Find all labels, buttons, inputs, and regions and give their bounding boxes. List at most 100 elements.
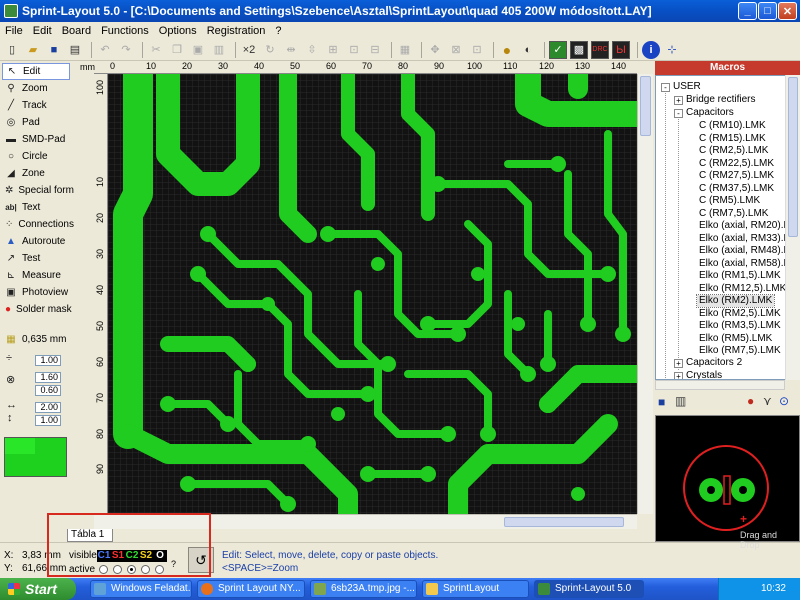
undo-icon[interactable]: ↶ <box>96 41 114 59</box>
tool-smd-pad[interactable]: ▬ SMD-Pad <box>2 131 70 148</box>
delete-icon[interactable]: ▥ <box>210 41 228 59</box>
transparency-icon[interactable]: ◐ <box>519 41 537 59</box>
macros-horizontal-scrollbar[interactable] <box>655 380 785 390</box>
bom-icon[interactable]: Ы <box>612 40 630 59</box>
redo-icon[interactable]: ↷ <box>117 41 135 59</box>
macros-vertical-scrollbar[interactable] <box>785 75 800 380</box>
start-button[interactable]: Start <box>0 578 76 600</box>
layer-color-swatch[interactable] <box>4 437 67 477</box>
minimize-button[interactable]: _ <box>738 2 757 20</box>
tool-test[interactable]: ↗ Test <box>2 250 70 267</box>
tree-item-capacitors[interactable]: Capacitors <box>686 107 734 119</box>
info-icon[interactable]: i <box>642 40 660 59</box>
tool-special-form[interactable]: ✲ Special form <box>2 182 74 199</box>
tree-item-crystals[interactable]: Crystals <box>686 370 722 379</box>
tree-item-file[interactable]: Elko (RM12,5).LMK <box>699 283 786 295</box>
copy-icon[interactable]: ❐ <box>168 41 186 59</box>
track-width-field[interactable]: 1.00 <box>35 355 61 366</box>
tree-item-file[interactable]: C (RM37,5).LMK <box>699 183 774 195</box>
tree-toggle[interactable]: - <box>674 109 683 118</box>
tree-toggle[interactable]: + <box>674 96 683 105</box>
macro-preview[interactable]: + Drag and Drop <box>655 415 800 550</box>
taskbar-item[interactable]: Windows Feladat... <box>90 580 192 598</box>
tool-connections[interactable]: ⁘ Connections <box>2 216 74 233</box>
pcb-canvas[interactable] <box>108 74 637 514</box>
tree-toggle[interactable]: - <box>661 83 670 92</box>
tree-item-file[interactable]: Elko (RM3,5).LMK <box>699 320 781 332</box>
menu-board[interactable]: Board <box>57 25 96 37</box>
maximize-button[interactable]: □ <box>758 2 777 20</box>
zoom-icon[interactable]: ● <box>498 41 516 59</box>
mirror-macro-icon[interactable]: ⋎ <box>763 394 772 408</box>
tree-item-file[interactable]: C (RM27,5).LMK <box>699 170 774 182</box>
grid-selector[interactable]: ▦ 0,635 mm <box>2 331 70 348</box>
tool-solder-mask[interactable]: ● Solder mask <box>2 301 72 318</box>
snap-icon[interactable]: ✥ <box>426 41 444 59</box>
mirror-horizontal-icon[interactable]: ⇹ <box>282 41 300 59</box>
mirror-vertical-icon[interactable]: ⇳ <box>303 41 321 59</box>
tree-item-file[interactable]: C (RM10).LMK <box>699 120 766 132</box>
tool-autoroute[interactable]: ▲ Autoroute <box>2 233 70 250</box>
tree-item-file[interactable]: C (RM22,5).LMK <box>699 158 774 170</box>
tool-photoview[interactable]: ▣ Photoview <box>2 284 70 301</box>
align-icon[interactable]: ⊞ <box>324 41 342 59</box>
drc-check-icon[interactable]: ✓ <box>549 40 567 59</box>
menu-registration[interactable]: Registration <box>202 25 271 37</box>
rotate-icon[interactable]: ↻ <box>261 41 279 59</box>
cut-icon[interactable]: ✂ <box>147 41 165 59</box>
scroll-thumb[interactable] <box>788 77 798 237</box>
tree-item-file[interactable]: Elko (RM2,5).LMK <box>699 308 781 320</box>
tool-pad[interactable]: ◎ Pad <box>2 114 70 131</box>
tree-item-bridge-rectifiers[interactable]: Bridge rectifiers <box>686 94 755 106</box>
tool-zone[interactable]: ◢ Zone <box>2 165 70 182</box>
qr-icon[interactable]: ▩ <box>570 40 588 59</box>
tree-item-file[interactable]: Elko (RM7,5).LMK <box>699 345 781 357</box>
macros-tree[interactable]: - USER + Bridge rectifiers - Capacitors … <box>655 75 800 380</box>
smd-width-field[interactable]: 2.00 <box>35 402 61 413</box>
drc-icon[interactable]: DRC <box>591 40 609 59</box>
print-icon[interactable]: ▤ <box>66 41 84 59</box>
save-macro-icon[interactable]: ■ <box>658 395 665 409</box>
tree-item-file[interactable]: Elko (RM1,5).LMK <box>699 270 781 282</box>
menu-help[interactable]: ? <box>270 25 286 37</box>
close-button[interactable]: ✕ <box>778 2 797 20</box>
tool-track[interactable]: ╱ Track <box>2 97 70 114</box>
layer-icon[interactable]: ▦ <box>396 41 414 59</box>
tree-item-user[interactable]: USER <box>673 81 701 93</box>
tool-zoom[interactable]: ⚲ Zoom <box>2 80 70 97</box>
tree-item-capacitors-2[interactable]: Capacitors 2 <box>686 357 742 369</box>
scroll-thumb[interactable] <box>504 517 624 527</box>
delete-macro-icon[interactable]: ▥ <box>675 394 686 408</box>
taskbar-item-active[interactable]: Sprint-Layout 5.0 <box>534 580 644 598</box>
canvas-vertical-scrollbar[interactable] <box>637 74 653 514</box>
snap-grid-icon[interactable]: ⊹ <box>663 41 681 59</box>
clock[interactable]: 10:32 <box>761 583 786 594</box>
menu-options[interactable]: Options <box>154 25 202 37</box>
smd-height-field[interactable]: 1.00 <box>35 415 61 426</box>
tree-item-file[interactable]: C (RM2,5).LMK <box>699 145 768 157</box>
menu-edit[interactable]: Edit <box>28 25 57 37</box>
taskbar-item[interactable]: Sprint Layout NY... <box>197 580 305 598</box>
tool-text[interactable]: ab| Text <box>2 199 70 216</box>
tool-edit[interactable]: ↖ Edit <box>2 63 70 80</box>
macro-info-icon[interactable]: ⊙ <box>779 394 789 408</box>
menu-file[interactable]: File <box>0 25 28 37</box>
paste-icon[interactable]: ▣ <box>189 41 207 59</box>
save-icon[interactable]: ■ <box>45 41 63 59</box>
tool-measure[interactable]: ⊾ Measure <box>2 267 70 284</box>
lock-icon[interactable]: ⊠ <box>447 41 465 59</box>
tree-item-file[interactable]: Elko (RM5).LMK <box>699 333 772 345</box>
tool-circle[interactable]: ○ Circle <box>2 148 70 165</box>
unlock-icon[interactable]: ⊡ <box>468 41 486 59</box>
group-icon[interactable]: ⊡ <box>345 41 363 59</box>
open-folder-icon[interactable]: ▰ <box>24 41 42 59</box>
record-icon[interactable]: ● <box>747 394 754 408</box>
ungroup-icon[interactable]: ⊟ <box>366 41 384 59</box>
duplicate-button[interactable]: ×2 <box>240 41 258 59</box>
taskbar-item[interactable]: 6sb23A.tmp.jpg -... <box>310 580 417 598</box>
tree-item-file[interactable]: C (RM7,5).LMK <box>699 208 768 220</box>
scroll-thumb[interactable] <box>640 76 651 136</box>
tree-item-file-selected[interactable]: Elko (RM2).LMK <box>695 294 776 308</box>
tree-toggle[interactable]: + <box>674 359 683 368</box>
new-file-icon[interactable]: ▯ <box>3 41 21 59</box>
